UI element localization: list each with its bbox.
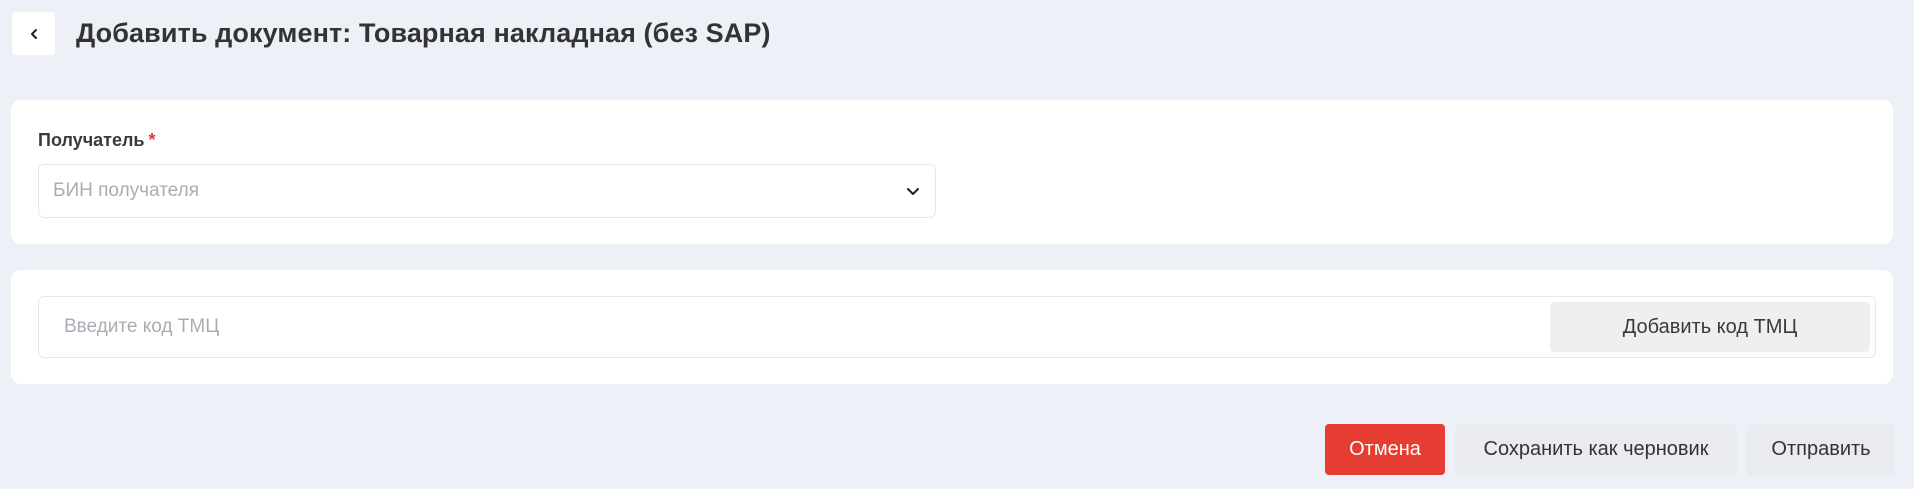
required-marker: * xyxy=(148,130,156,150)
recipient-bin-placeholder: БИН получателя xyxy=(53,180,199,201)
back-button[interactable] xyxy=(12,12,55,55)
item-code-card: Добавить код ТМЦ xyxy=(11,270,1893,384)
recipient-label-text: Получатель xyxy=(38,130,145,150)
add-item-code-button[interactable]: Добавить код ТМЦ xyxy=(1550,302,1870,352)
send-button[interactable]: Отправить xyxy=(1747,424,1895,475)
recipient-card: Получатель * БИН получателя xyxy=(11,100,1893,244)
chevron-left-icon xyxy=(28,28,40,40)
form-actions: Отмена Сохранить как черновик Отправить xyxy=(1325,424,1895,475)
chevron-down-icon xyxy=(905,183,921,199)
save-draft-button[interactable]: Сохранить как черновик xyxy=(1455,424,1737,475)
page-title: Добавить документ: Товарная накладная (б… xyxy=(76,18,771,48)
item-code-row: Добавить код ТМЦ xyxy=(38,296,1876,358)
recipient-bin-select[interactable]: БИН получателя xyxy=(38,164,936,218)
recipient-label: Получатель * xyxy=(38,130,156,151)
cancel-button[interactable]: Отмена xyxy=(1325,424,1445,475)
item-code-input[interactable] xyxy=(39,297,1550,357)
page-header: Добавить документ: Товарная накладная (б… xyxy=(12,12,771,55)
